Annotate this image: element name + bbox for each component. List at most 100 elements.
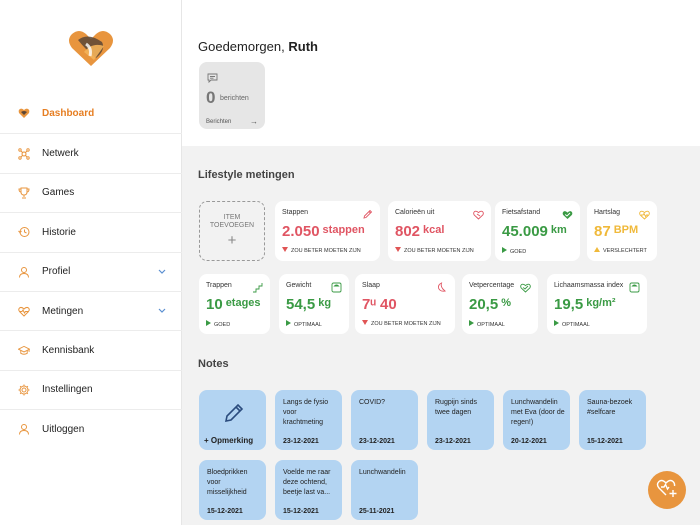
metric-card-vetpercentage[interactable]: Vetpercentage 20,5% OPTIMAAL xyxy=(462,274,538,334)
metric-status-text: VERSLECHTERT xyxy=(603,248,647,254)
note-text: Voelde me raar deze ochtend, beetje last… xyxy=(283,469,331,496)
pencil-icon xyxy=(362,207,373,219)
note-text: Sauna-bezoek #selfcare xyxy=(587,399,633,416)
metric-name: Slaap xyxy=(362,282,380,289)
metric-unit: stappen xyxy=(322,224,365,236)
logo-small-icon xyxy=(18,108,30,120)
note-card[interactable]: Rugpijn sinds twee dagen 23-12-2021 xyxy=(427,390,494,450)
add-note-button[interactable]: + Opmerking xyxy=(199,390,266,450)
up-triangle-icon xyxy=(594,247,600,252)
messages-label: berichten xyxy=(220,95,249,102)
metric-status: OPTIMAAL xyxy=(554,320,590,328)
sidebar-item-uitloggen[interactable]: Uitloggen xyxy=(0,409,182,448)
metric-status-text: ZOU BETER MOETEN ZIJN xyxy=(404,248,474,254)
metric-value: 45.009 km xyxy=(502,223,567,240)
sidebar-item-profiel[interactable]: Profiel xyxy=(0,251,182,291)
metric-unit: km xyxy=(550,224,567,236)
note-text: Lunchwandelin met Eva (door de regen!) xyxy=(511,399,565,426)
metric-card-hartslag[interactable]: Hartslag 87 BPM VERSLECHTERT xyxy=(587,201,657,261)
metric-status-text: ZOU BETER MOETEN ZIJN xyxy=(371,321,441,327)
heart-icon xyxy=(18,305,30,317)
sidebar-item-label: Netwerk xyxy=(42,148,79,160)
sidebar-item-label: Dashboard xyxy=(42,108,95,120)
heart-check-icon xyxy=(520,280,531,293)
heart-icon xyxy=(639,207,650,220)
heart-icon xyxy=(473,207,484,220)
note-card[interactable]: Sauna-bezoek #selfcare 15-12-2021 xyxy=(579,390,646,450)
chat-icon xyxy=(207,70,218,88)
right-triangle-icon xyxy=(286,320,291,326)
greeting-text: Goedemorgen, xyxy=(198,39,285,54)
metric-status: OPTIMAAL xyxy=(286,320,322,328)
stairs-icon xyxy=(252,280,263,293)
sidebar-item-label: Historie xyxy=(42,226,76,238)
moon-icon xyxy=(437,280,448,292)
metric-value: 87 BPM xyxy=(594,223,638,240)
sidebar-item-metingen[interactable]: Metingen xyxy=(0,290,182,330)
metric-unit: kcal xyxy=(423,224,445,236)
metric-value: 19,5 kg/m² xyxy=(554,296,616,313)
pencil-icon xyxy=(223,402,245,429)
sidebar-item-instellingen[interactable]: Instellingen xyxy=(0,369,182,409)
metric-card-slaap[interactable]: Slaap 7ᵘ 40 ZOU BETER MOETEN ZIJN xyxy=(355,274,455,334)
sidebar-item-dashboard[interactable]: Dashboard xyxy=(0,94,182,133)
metric-number: 54,5 xyxy=(286,296,316,313)
heart-check-icon xyxy=(562,207,573,219)
chevron-down-icon[interactable] xyxy=(158,306,166,317)
note-card[interactable]: Bloedprikken voor misselijkheid 15-12-20… xyxy=(199,460,266,520)
metric-status-text: ZOU BETER MOETEN ZIJN xyxy=(291,248,361,254)
metric-number: 20,5 xyxy=(469,296,499,313)
metric-unit: kg xyxy=(318,297,332,309)
note-date: 23-12-2021 xyxy=(359,438,395,445)
metric-status-text: GOED xyxy=(214,322,231,328)
metric-name: Gewicht xyxy=(286,282,312,289)
sidebar-item-label: Metingen xyxy=(42,305,84,317)
metric-number: 10 xyxy=(206,296,223,313)
metric-card-bmi[interactable]: Lichaamsmassa index 19,5 kg/m² OPTIMAAL xyxy=(547,274,647,334)
metric-card-trappen[interactable]: Trappen 10 etages GOED xyxy=(199,274,270,334)
metric-name: Fietsafstand xyxy=(502,209,541,216)
metric-value: 20,5% xyxy=(469,296,511,313)
plus-icon: + xyxy=(227,232,237,249)
metric-status: GOED xyxy=(502,247,526,255)
scale-icon xyxy=(331,280,342,293)
messages-count: 0 xyxy=(206,88,216,107)
sidebar-item-netwerk[interactable]: Netwerk xyxy=(0,133,182,172)
user-logout-icon xyxy=(18,423,30,435)
metric-card-gewicht[interactable]: Gewicht 54,5 kg OPTIMAAL xyxy=(279,274,349,334)
chevron-down-icon[interactable] xyxy=(158,267,166,278)
add-item-card[interactable]: ITEM TOEVOEGEN + xyxy=(199,201,265,261)
note-date: 23-12-2021 xyxy=(283,438,319,445)
metric-card-calorieen[interactable]: Calorieën uit 802 kcal ZOU BETER MOETEN Z… xyxy=(388,201,491,261)
metric-unit: kg/m² xyxy=(586,297,616,309)
sidebar-item-historie[interactable]: Historie xyxy=(0,212,182,251)
note-card[interactable]: Lunchwandelin met Eva (door de regen!) 2… xyxy=(503,390,570,450)
metric-name: Lichaamsmassa index xyxy=(554,282,624,289)
note-card[interactable]: Lunchwandelin 25-11-2021 xyxy=(351,460,418,520)
metric-card-stappen[interactable]: Stappen 2.050 stappen ZOU BETER MOETEN ZI… xyxy=(275,201,380,261)
metric-card-fietsafstand[interactable]: Fietsafstand 45.009 km GOED xyxy=(495,201,580,261)
metric-status-text: OPTIMAAL xyxy=(477,322,505,328)
note-text: Langs de fysio voor krachtmeting xyxy=(283,399,329,426)
right-triangle-icon xyxy=(554,320,559,326)
add-measurement-button[interactable] xyxy=(648,471,686,509)
metric-name: Stappen xyxy=(282,209,309,216)
sidebar-item-label: Profiel xyxy=(42,266,71,278)
scale-icon xyxy=(629,280,640,293)
sidebar-item-label: Games xyxy=(42,187,75,199)
metric-number: 7ᵘ 40 xyxy=(362,296,397,313)
note-card[interactable]: Langs de fysio voor krachtmeting 23-12-2… xyxy=(275,390,342,450)
metric-value: 10 etages xyxy=(206,296,261,313)
note-text: Lunchwandelin xyxy=(359,469,406,476)
note-card[interactable]: Voelde me raar deze ochtend, beetje last… xyxy=(275,460,342,520)
greeting: Goedemorgen, Ruth xyxy=(198,39,318,54)
arrow-right-icon: → xyxy=(250,117,258,126)
messages-card[interactable]: 0 berichten Berichten → xyxy=(199,62,265,129)
metric-value: 802 kcal xyxy=(395,223,444,240)
app-logo[interactable] xyxy=(66,26,116,70)
sidebar-item-games[interactable]: Games xyxy=(0,172,182,212)
sidebar-item-kennisbank[interactable]: Kennisbank xyxy=(0,330,182,369)
note-card[interactable]: COVID? 23-12-2021 xyxy=(351,390,418,450)
metric-status: ZOU BETER MOETEN ZIJN xyxy=(362,320,441,327)
sidebar-item-label: Kennisbank xyxy=(42,345,95,357)
